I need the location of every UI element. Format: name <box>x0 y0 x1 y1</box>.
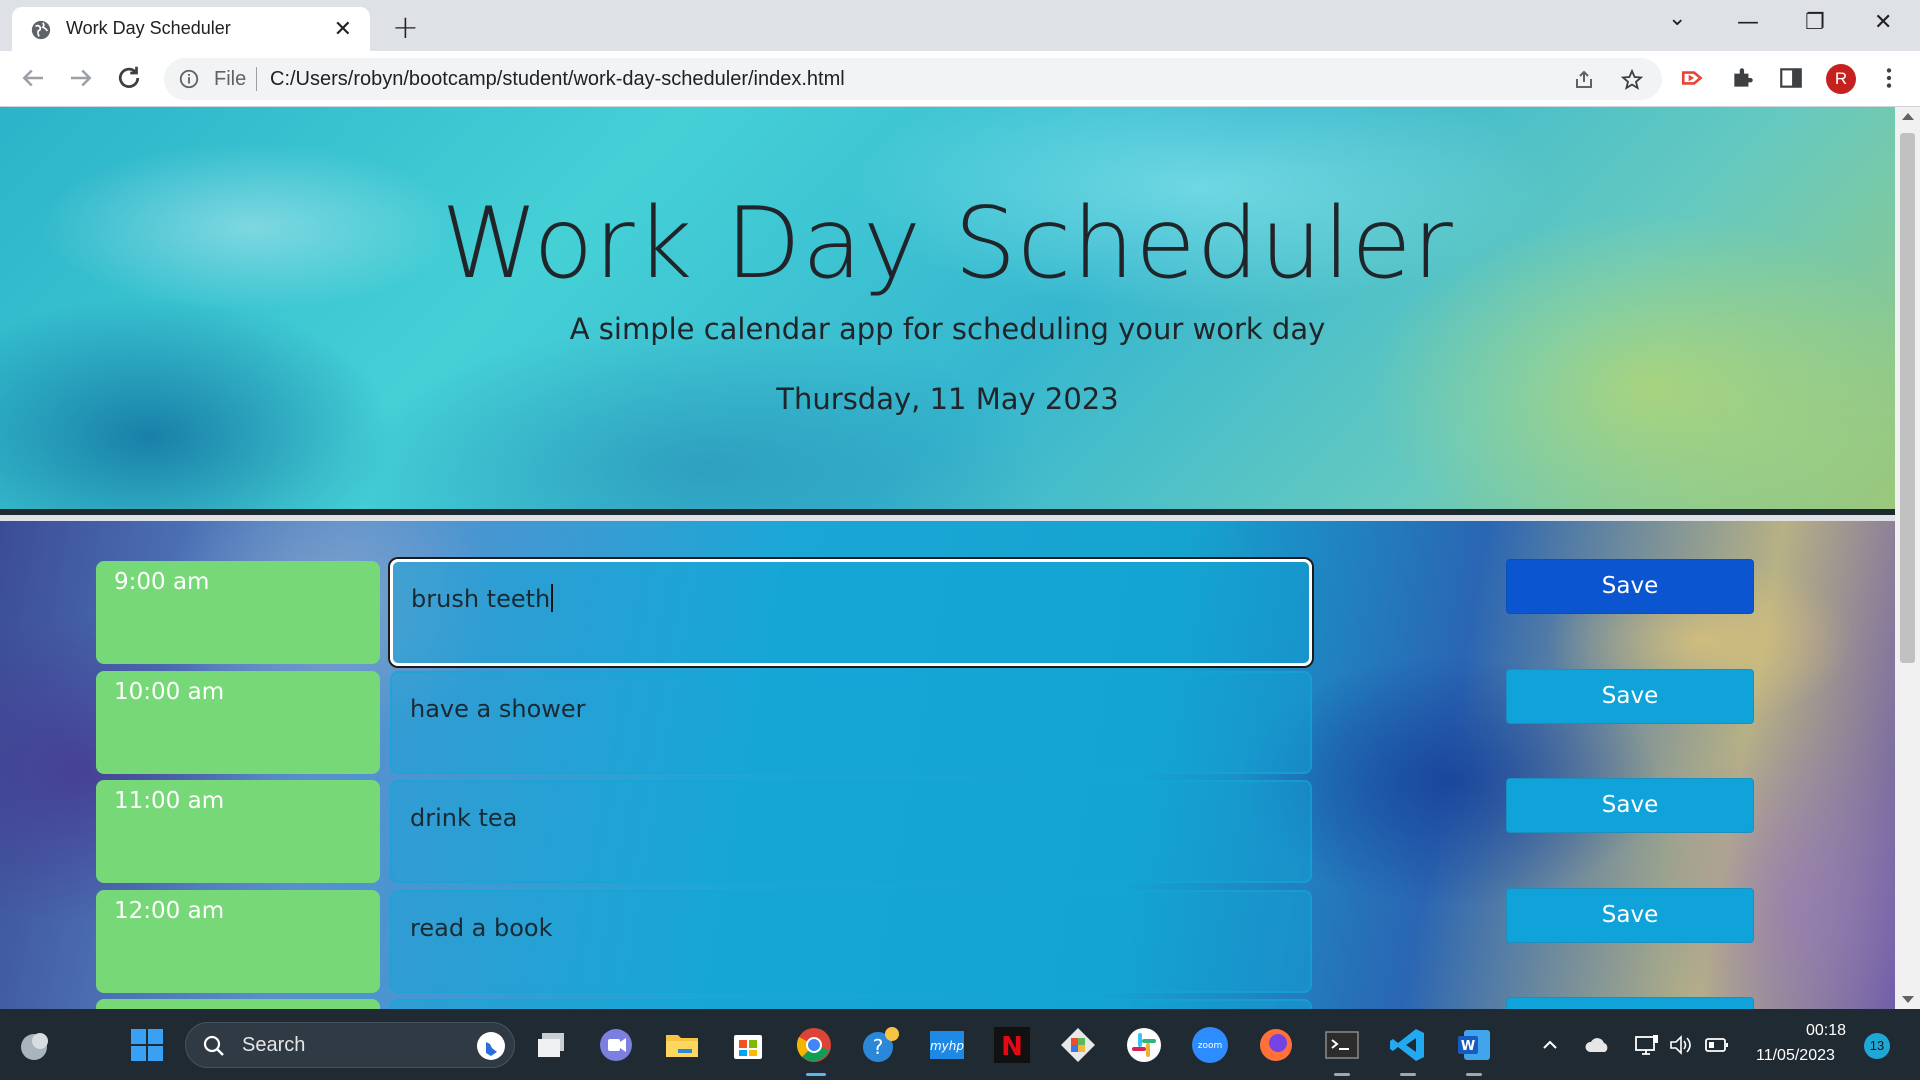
bookmark-star-icon[interactable] <box>1620 68 1644 92</box>
time-block-12am: 12:00 am <box>96 890 380 993</box>
task-text: have a shower <box>410 695 586 723</box>
save-button-11am[interactable]: Save <box>1506 778 1754 833</box>
volume-icon[interactable] <box>1668 1033 1694 1057</box>
widgets-icon[interactable] <box>14 1025 54 1065</box>
url-text[interactable]: C:/Users/robyn/bootcamp/student/work-day… <box>270 68 845 91</box>
hour-label: 9:00 am <box>114 569 210 595</box>
task-text: read a book <box>410 914 553 942</box>
file-explorer-icon[interactable] <box>662 1025 702 1065</box>
word-icon[interactable]: W <box>1454 1025 1494 1065</box>
hour-label: 11:00 am <box>114 788 225 814</box>
save-button-10am[interactable]: Save <box>1506 669 1754 724</box>
header-jumbotron: Work Day Scheduler A simple calendar app… <box>0 107 1895 515</box>
extensions-puzzle-icon[interactable] <box>1730 65 1756 91</box>
back-arrow-icon[interactable] <box>18 63 48 93</box>
task-text: drink tea <box>410 804 518 832</box>
scroll-down-arrow-icon[interactable] <box>1902 996 1914 1003</box>
globe-icon <box>31 20 51 40</box>
battery-icon[interactable] <box>1704 1035 1730 1055</box>
share-icon[interactable] <box>1572 68 1596 92</box>
clock-date[interactable]: 11/05/2023 <box>1756 1047 1835 1065</box>
myhp-icon[interactable]: myhp <box>927 1025 967 1065</box>
teams-chat-icon[interactable] <box>596 1025 636 1065</box>
minimize-icon[interactable]: — <box>1737 10 1759 35</box>
svg-text:W: W <box>1461 1039 1475 1054</box>
git-icon[interactable] <box>1058 1025 1098 1065</box>
hour-label: 10:00 am <box>114 679 225 705</box>
task-input-next[interactable] <box>390 999 1312 1009</box>
slack-icon[interactable] <box>1124 1025 1164 1065</box>
svg-text:zoom: zoom <box>1198 1041 1223 1051</box>
save-button-9am[interactable]: Save <box>1506 559 1754 614</box>
schedule-container: 9:00 am brush teeth Save 10:00 am have a… <box>0 521 1895 1009</box>
zoom-icon[interactable]: zoom <box>1190 1025 1230 1065</box>
firefox-icon[interactable] <box>1256 1025 1296 1065</box>
search-icon <box>203 1035 224 1056</box>
terminal-icon[interactable] <box>1322 1025 1362 1065</box>
show-hidden-icons-chevron-icon[interactable] <box>1540 1035 1560 1055</box>
get-help-icon[interactable]: ? <box>860 1025 900 1065</box>
forward-arrow-icon[interactable] <box>66 63 96 93</box>
clock-time[interactable]: 00:18 <box>1806 1022 1846 1040</box>
address-separator <box>256 67 257 91</box>
time-block-9am: 9:00 am <box>96 561 380 664</box>
task-input-12am[interactable]: read a book <box>390 890 1312 993</box>
task-input-9am[interactable]: brush teeth <box>390 559 1312 666</box>
microsoft-store-icon[interactable] <box>728 1025 768 1065</box>
text-caret <box>551 584 554 612</box>
windows-taskbar: Search ? myhp N zoom W 00:18 11/05/2023 … <box>0 1009 1920 1080</box>
info-icon[interactable] <box>178 68 200 90</box>
netflix-icon[interactable]: N <box>992 1025 1032 1065</box>
chrome-icon[interactable] <box>794 1025 834 1065</box>
window-close-icon[interactable]: ✕ <box>1874 10 1892 35</box>
hour-label: 12:00 am <box>114 898 225 924</box>
page-title: Work Day Scheduler <box>441 187 1454 301</box>
tab-strip: Work Day Scheduler ✕ + ⌄ — ❐ ✕ <box>0 0 1920 51</box>
new-tab-button[interactable]: + <box>392 8 419 46</box>
task-input-11am[interactable]: drink tea <box>390 780 1312 883</box>
vscode-running-indicator <box>1400 1073 1416 1076</box>
word-running-indicator <box>1466 1073 1482 1076</box>
reload-icon[interactable] <box>114 63 144 93</box>
page-viewport: Work Day Scheduler A simple calendar app… <box>0 107 1895 1009</box>
notification-badge[interactable]: 13 <box>1864 1033 1890 1059</box>
browser-menu-icon[interactable] <box>1876 65 1902 91</box>
tab-search-dropdown-icon[interactable]: ⌄ <box>1668 6 1686 31</box>
tab-title: Work Day Scheduler <box>66 18 231 38</box>
page-subtitle: A simple calendar app for scheduling you… <box>569 312 1326 346</box>
save-button-12am[interactable]: Save <box>1506 888 1754 943</box>
time-block-10am: 10:00 am <box>96 671 380 774</box>
browser-tab[interactable]: Work Day Scheduler ✕ <box>12 7 370 51</box>
chrome-active-indicator <box>806 1073 826 1076</box>
scroll-up-arrow-icon[interactable] <box>1902 113 1914 120</box>
browser-toolbar: File C:/Users/robyn/bootcamp/student/wor… <box>0 51 1920 107</box>
tab-close-icon[interactable]: ✕ <box>334 17 352 42</box>
task-input-10am[interactable]: have a shower <box>390 671 1312 774</box>
time-block-next <box>96 999 380 1009</box>
address-scheme-label: File <box>214 68 247 90</box>
address-bar[interactable]: File C:/Users/robyn/bootcamp/student/wor… <box>164 58 1662 100</box>
profile-avatar[interactable]: R <box>1826 64 1856 94</box>
search-label: Search <box>242 1034 306 1056</box>
restore-icon[interactable]: ❐ <box>1805 10 1825 35</box>
bing-icon[interactable] <box>476 1031 506 1061</box>
windows-start-icon[interactable] <box>127 1025 167 1065</box>
side-panel-icon[interactable] <box>1778 65 1804 91</box>
extension-cast-icon[interactable] <box>1680 65 1706 91</box>
scrollbar-thumb[interactable] <box>1900 133 1915 663</box>
taskbar-search[interactable]: Search <box>185 1022 515 1068</box>
time-block-11am: 11:00 am <box>96 780 380 883</box>
svg-text:?: ? <box>873 1035 884 1059</box>
current-day: Thursday, 11 May 2023 <box>776 382 1119 416</box>
task-text: brush teeth <box>411 584 554 613</box>
network-icon[interactable] <box>1634 1033 1660 1057</box>
task-view-icon[interactable] <box>532 1025 572 1065</box>
svg-text:N: N <box>1001 1032 1023 1062</box>
terminal-running-indicator <box>1334 1073 1350 1076</box>
page-scrollbar[interactable] <box>1895 107 1920 1009</box>
vscode-icon[interactable] <box>1388 1025 1428 1065</box>
save-button-next[interactable] <box>1506 997 1754 1009</box>
onedrive-cloud-icon[interactable] <box>1584 1033 1612 1057</box>
svg-text:myhp: myhp <box>930 1039 964 1053</box>
